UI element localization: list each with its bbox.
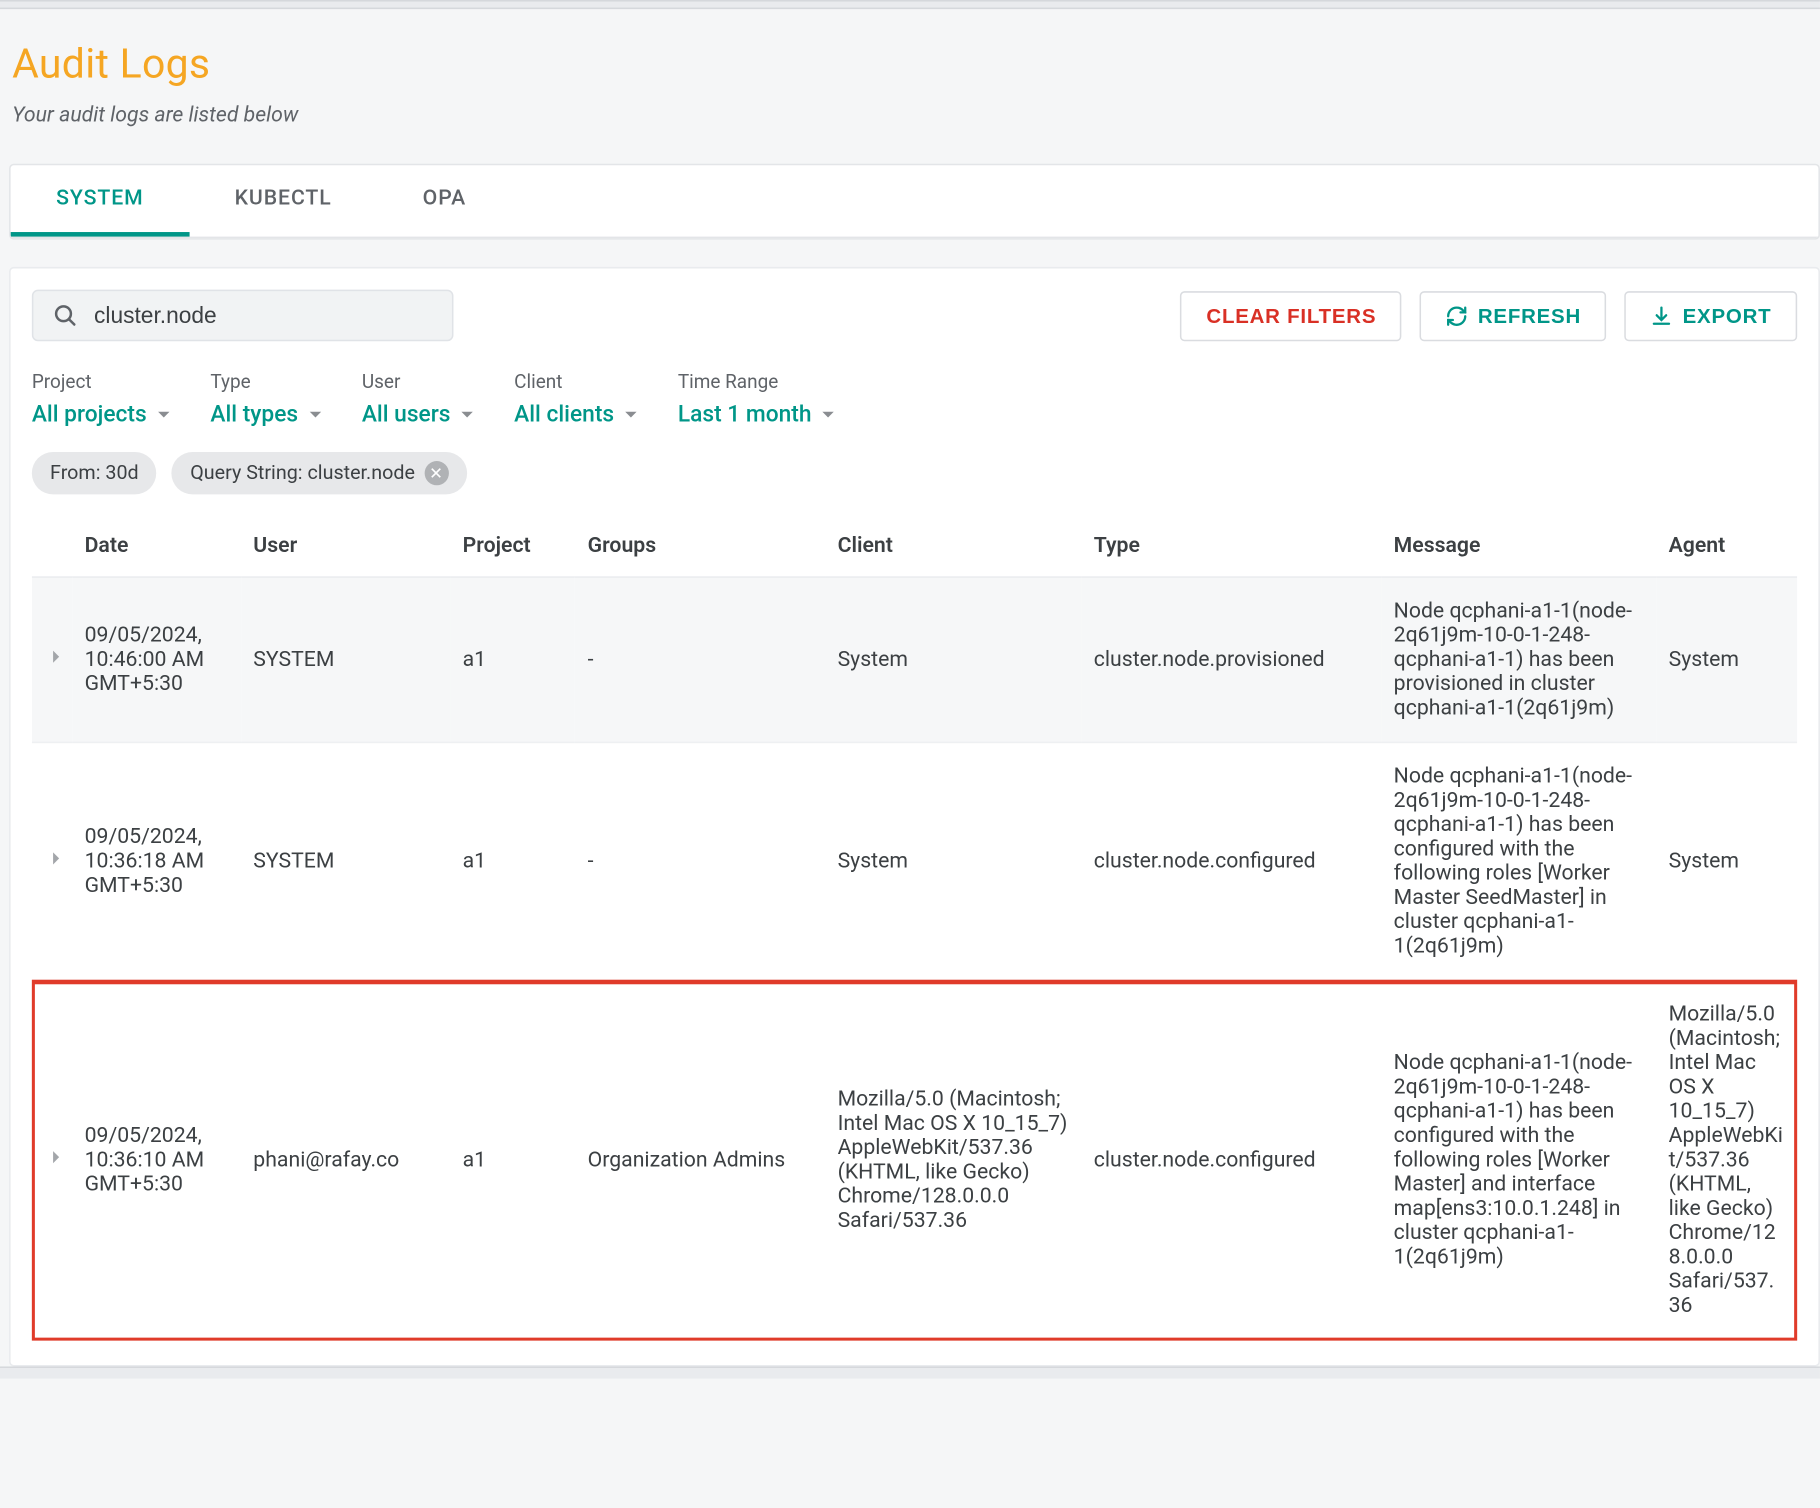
- cell-groups: -: [575, 742, 825, 980]
- filter-client: Client All clients: [514, 372, 644, 428]
- filter-user: User All users: [362, 372, 481, 428]
- chevron-down-icon: [815, 400, 842, 427]
- chevron-down-icon: [150, 400, 177, 427]
- page-title: Audit Logs: [12, 39, 1820, 88]
- download-icon: [1651, 304, 1674, 327]
- filter-label: Client: [514, 372, 644, 395]
- cell-expand: [32, 980, 73, 1339]
- tabs-card: SYSTEMKUBECTLOPA: [9, 164, 1820, 240]
- chevron-down-icon: [454, 400, 481, 427]
- column-header-user[interactable]: User: [241, 516, 450, 577]
- horizontal-scrollbar[interactable]: [0, 1366, 1820, 1378]
- filter-panel: CLEAR FILTERS REFRESH EXPORT Project All …: [9, 267, 1820, 1367]
- tab-system[interactable]: SYSTEM: [11, 165, 189, 236]
- cell-agent: System: [1656, 742, 1797, 980]
- export-button[interactable]: EXPORT: [1625, 290, 1797, 340]
- cell-user: SYSTEM: [241, 742, 450, 980]
- cell-message: Node qcphani-a1-1(node-2q61j9m-10-0-1-24…: [1382, 577, 1657, 742]
- tab-kubectl[interactable]: KUBECTL: [189, 165, 377, 236]
- column-header-client[interactable]: Client: [825, 516, 1081, 577]
- filter-range-dropdown[interactable]: Last 1 month: [678, 400, 842, 427]
- cell-project: a1: [451, 742, 576, 980]
- filter-user-dropdown[interactable]: All users: [362, 400, 481, 427]
- cell-agent: Mozilla/5.0 (Macintosh; Intel Mac OS X 1…: [1656, 980, 1797, 1339]
- chevron-right-icon: [44, 1145, 68, 1169]
- cell-groups: Organization Admins: [575, 980, 825, 1339]
- search-wrap: [32, 290, 454, 342]
- cell-client: Mozilla/5.0 (Macintosh; Intel Mac OS X 1…: [825, 980, 1081, 1339]
- chevron-down-icon: [617, 400, 644, 427]
- cell-date: 09/05/2024, 10:36:10 AM GMT+5:30: [72, 980, 241, 1339]
- filter-client-dropdown[interactable]: All clients: [514, 400, 644, 427]
- expand-row-button[interactable]: [44, 846, 68, 870]
- table-row: 09/05/2024, 10:36:10 AM GMT+5:30phani@ra…: [32, 980, 1797, 1339]
- filter-type: Type All types: [210, 372, 328, 428]
- chevron-right-icon: [44, 846, 68, 870]
- cell-message: Node qcphani-a1-1(node-2q61j9m-10-0-1-24…: [1382, 742, 1657, 980]
- clear-filters-button[interactable]: CLEAR FILTERS: [1181, 290, 1402, 340]
- filter-range: Time Range Last 1 month: [678, 372, 842, 428]
- refresh-button[interactable]: REFRESH: [1420, 290, 1607, 340]
- search-input[interactable]: [94, 303, 434, 329]
- cell-client: System: [825, 577, 1081, 742]
- cell-expand: [32, 742, 73, 980]
- cell-type: cluster.node.configured: [1082, 980, 1382, 1339]
- column-header-agent[interactable]: Agent: [1656, 516, 1797, 577]
- cell-message: Node qcphani-a1-1(node-2q61j9m-10-0-1-24…: [1382, 980, 1657, 1339]
- filter-project-dropdown[interactable]: All projects: [32, 400, 177, 427]
- chevron-right-icon: [44, 645, 68, 669]
- tab-opa[interactable]: OPA: [377, 165, 511, 236]
- table-row: 09/05/2024, 10:46:00 AM GMT+5:30SYSTEMa1…: [32, 577, 1797, 742]
- cell-date: 09/05/2024, 10:46:00 AM GMT+5:30: [72, 577, 241, 742]
- cell-type: cluster.node.provisioned: [1082, 577, 1382, 742]
- column-header-groups[interactable]: Groups: [575, 516, 825, 577]
- cell-project: a1: [451, 980, 576, 1339]
- filter-chip[interactable]: Query String: cluster.node✕: [172, 452, 466, 494]
- window-top-bar: [0, 0, 1820, 9]
- filter-label: Time Range: [678, 372, 842, 395]
- filter-label: Project: [32, 372, 177, 395]
- cell-user: SYSTEM: [241, 577, 450, 742]
- column-header-type[interactable]: Type: [1082, 516, 1382, 577]
- chevron-down-icon: [301, 400, 328, 427]
- expand-row-button[interactable]: [44, 1145, 68, 1169]
- cell-date: 09/05/2024, 10:36:18 AM GMT+5:30: [72, 742, 241, 980]
- cell-user: phani@rafay.co: [241, 980, 450, 1339]
- cell-expand: [32, 577, 73, 742]
- cell-type: cluster.node.configured: [1082, 742, 1382, 980]
- filter-project: Project All projects: [32, 372, 177, 428]
- expand-row-button[interactable]: [44, 645, 68, 669]
- filter-type-dropdown[interactable]: All types: [210, 400, 328, 427]
- filter-chip[interactable]: From: 30d: [32, 452, 157, 494]
- column-header-project[interactable]: Project: [451, 516, 576, 577]
- column-header-message[interactable]: Message: [1382, 516, 1657, 577]
- cell-agent: System: [1656, 577, 1797, 742]
- cell-groups: -: [575, 577, 825, 742]
- cell-client: System: [825, 742, 1081, 980]
- filter-label: Type: [210, 372, 328, 395]
- column-header-date[interactable]: Date: [72, 516, 241, 577]
- filter-label: User: [362, 372, 481, 395]
- close-icon[interactable]: ✕: [424, 461, 448, 485]
- table-row: 09/05/2024, 10:36:18 AM GMT+5:30SYSTEMa1…: [32, 742, 1797, 980]
- refresh-icon: [1446, 304, 1469, 327]
- page-subtitle: Your audit logs are listed below: [12, 103, 1820, 127]
- search-icon: [52, 302, 79, 329]
- cell-project: a1: [451, 577, 576, 742]
- audit-log-table: DateUserProjectGroupsClientTypeMessageAg…: [32, 516, 1797, 1341]
